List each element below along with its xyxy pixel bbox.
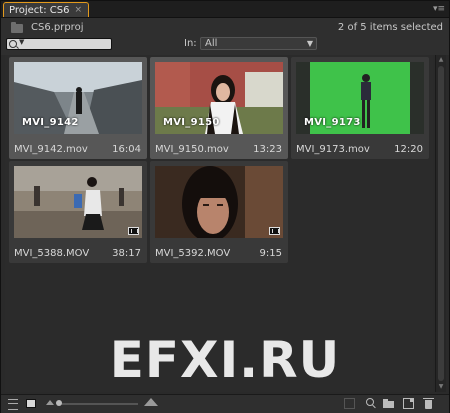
in-select[interactable]: All ▼	[200, 37, 317, 50]
panel-tab-bar: Project: CS6 × ▾≡	[1, 1, 449, 18]
selection-status: 2 of 5 items selected	[337, 22, 443, 33]
clip-overlay-label: MVI_9142	[22, 117, 79, 128]
clip-duration: 13:23	[253, 144, 282, 155]
zoom-out-icon	[46, 400, 54, 405]
delete-icon[interactable]	[423, 398, 434, 409]
clip-tile[interactable]: MVI_5392.MOV 9:15	[150, 161, 288, 263]
new-item-icon[interactable]	[403, 398, 414, 409]
in-label: In:	[184, 38, 197, 49]
list-view-icon[interactable]	[8, 399, 18, 410]
zoom-slider[interactable]	[56, 400, 138, 406]
clip-name: MVI_5388.MOV	[14, 248, 90, 259]
search-input[interactable]: ▼	[6, 38, 112, 50]
zoom-in-icon	[144, 398, 158, 406]
clip-overlay-label: MVI_9173	[304, 117, 361, 128]
find-icon[interactable]	[365, 398, 376, 409]
automate-to-sequence-icon[interactable]	[344, 398, 355, 409]
tab-label: Project: CS6	[9, 4, 70, 16]
panel-footer	[1, 394, 449, 413]
project-header: CS6.prproj 2 of 5 items selected ▼ In: A…	[1, 18, 449, 55]
panel-menu-icon[interactable]: ▾≡	[432, 4, 446, 14]
video-badge-icon	[269, 227, 280, 235]
clip-tile[interactable]: MVI_5388.MOV 38:17	[9, 161, 147, 263]
close-icon[interactable]: ×	[74, 5, 82, 15]
project-file-name: CS6.prproj	[31, 22, 84, 33]
scroll-up-icon[interactable]: ▲	[437, 56, 445, 64]
tab-project-cs6[interactable]: Project: CS6 ×	[3, 2, 89, 17]
clip-name: MVI_9173.mov	[296, 144, 370, 155]
clip-duration: 12:20	[394, 144, 423, 155]
in-select-value: All	[205, 38, 218, 49]
clip-tile[interactable]: MVI_9150 MVI_9150.mov 13:23	[150, 57, 288, 159]
new-bin-icon[interactable]	[383, 398, 394, 409]
search-icon	[9, 40, 17, 48]
video-badge-icon	[128, 227, 139, 235]
clip-thumbnail: MVI_9142	[14, 62, 142, 134]
clip-name: MVI_5392.MOV	[155, 248, 231, 259]
search-dropdown-icon[interactable]: ▼	[19, 38, 24, 46]
clip-name: MVI_9150.mov	[155, 144, 229, 155]
zoom-slider-thumb[interactable]	[56, 400, 62, 406]
clip-overlay-label: MVI_9150	[163, 117, 220, 128]
icon-view-icon[interactable]	[26, 399, 36, 408]
watermark: EFXI.RU	[109, 331, 341, 389]
chevron-down-icon: ▼	[306, 39, 313, 48]
clip-tile[interactable]: MVI_9173 MVI_9173.mov 12:20	[291, 57, 429, 159]
clip-name: MVI_9142.mov	[14, 144, 88, 155]
clip-thumbnail: MVI_9150	[155, 62, 283, 134]
folder-icon	[11, 22, 23, 33]
clip-duration: 38:17	[112, 248, 141, 259]
clip-duration: 16:04	[112, 144, 141, 155]
clip-thumbnail	[155, 166, 283, 238]
clip-thumbnail: MVI_9173	[296, 62, 424, 134]
clip-thumbnail	[14, 166, 142, 238]
clip-duration: 9:15	[259, 248, 282, 259]
clip-tile[interactable]: MVI_9142 MVI_9142.mov 16:04	[9, 57, 147, 159]
